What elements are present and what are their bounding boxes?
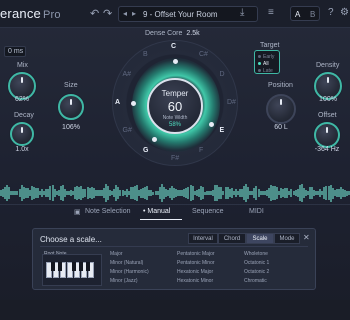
mode-tab-mode[interactable]: Mode <box>274 233 300 244</box>
scale-option[interactable]: Chromatic <box>244 278 267 284</box>
note-d-sharp[interactable]: D# <box>227 99 236 106</box>
target-option-early[interactable]: Early <box>258 54 274 60</box>
menu-icon[interactable]: ≡ <box>268 7 274 18</box>
black-key[interactable] <box>79 262 83 271</box>
offset-value: -364 Hz <box>314 146 340 153</box>
mix-label: Mix <box>17 62 28 69</box>
tab-note-selection[interactable]: Note Selection <box>85 208 131 215</box>
preset-prev-icon[interactable]: ◂ <box>123 9 127 18</box>
note-g-sharp[interactable]: G# <box>123 127 132 134</box>
scale-option[interactable]: Hexatonic Major <box>177 269 213 275</box>
note-handle[interactable] <box>172 58 178 64</box>
scale-option[interactable]: Wholetone <box>244 251 268 257</box>
decay-value: 1.0x <box>15 146 29 153</box>
ab-compare[interactable]: A B <box>290 6 320 21</box>
preset-selector[interactable]: ◂ ▸ 9 - Offset Your Room <box>118 6 258 22</box>
position-knob[interactable] <box>266 94 296 124</box>
scale-option[interactable]: Hexatonic Minor <box>177 278 213 284</box>
settings-icon[interactable]: ⚙ <box>340 7 349 18</box>
close-icon[interactable]: ✕ <box>303 233 310 242</box>
note-c-sharp[interactable]: C# <box>199 51 208 58</box>
preset-name: 9 - Offset Your Room <box>143 10 218 19</box>
help-icon[interactable]: ? <box>328 7 334 18</box>
tab-bar: ▣ Note Selection • Manual Sequence MIDI <box>0 204 350 220</box>
scale-option[interactable]: Octatonic 2 <box>244 269 269 275</box>
mode-tab-scale[interactable]: Scale <box>246 233 274 244</box>
mode-tab-interval[interactable]: Interval <box>188 233 218 244</box>
density-label: Density <box>316 62 340 69</box>
note-b[interactable]: B <box>143 51 148 58</box>
note-c[interactable]: C <box>171 43 176 50</box>
note-g[interactable]: G <box>143 147 148 154</box>
scale-option[interactable]: Minor (Jazz) <box>110 278 138 284</box>
active-tab-indicator <box>140 219 182 220</box>
note-handle[interactable] <box>151 136 157 142</box>
size-label: Size <box>64 82 78 89</box>
position-label: Position <box>268 82 293 89</box>
panel-divider <box>40 246 308 247</box>
predelay-field[interactable]: 0 ms <box>4 46 26 57</box>
preset-next-icon[interactable]: ▸ <box>132 9 136 18</box>
offset-knob[interactable] <box>314 122 340 148</box>
note-handle[interactable] <box>130 100 136 106</box>
note-a[interactable]: A <box>115 99 120 106</box>
black-key[interactable] <box>72 262 76 271</box>
target-selector[interactable]: Early All Late <box>254 50 280 74</box>
mix-value: 62% <box>14 96 29 103</box>
scale-option[interactable]: Major <box>110 251 123 257</box>
note-e[interactable]: E <box>219 127 224 134</box>
mode-tab-chord[interactable]: Chord <box>218 233 246 244</box>
decay-knob[interactable] <box>10 122 34 146</box>
size-knob[interactable] <box>58 94 84 120</box>
plugin-window: erance Pro ↶ ↷ ◂ ▸ 9 - Offset Your Room ⤓… <box>0 0 350 320</box>
top-bar: erance Pro ↶ ↷ ◂ ▸ 9 - Offset Your Room ⤓… <box>0 0 350 28</box>
tab-manual-label: Manual <box>147 208 171 215</box>
note-a-sharp[interactable]: A# <box>123 71 132 78</box>
target-option-all[interactable]: All <box>258 61 269 67</box>
offset-label: Offset <box>318 112 337 119</box>
target-label: Target <box>260 42 280 49</box>
a-button[interactable]: A <box>295 10 300 19</box>
scale-option[interactable]: Octatonic 1 <box>244 260 269 266</box>
logo-text: erance <box>0 6 41 21</box>
dense-core[interactable]: Dense Core 2.5k <box>145 30 200 37</box>
black-key[interactable] <box>51 262 55 271</box>
note-handle[interactable] <box>208 121 214 127</box>
redo-icon[interactable]: ↷ <box>103 7 112 20</box>
black-key[interactable] <box>58 262 62 271</box>
note-width-label: Note Width <box>162 115 188 121</box>
tab-midi[interactable]: MIDI <box>249 208 264 215</box>
logo: erance Pro <box>0 6 61 21</box>
size-value: 106% <box>62 124 80 131</box>
temper-title: Temper <box>161 89 189 98</box>
note-width-value: 58% <box>168 122 181 128</box>
scale-option[interactable]: Minor (Natural) <box>110 260 143 266</box>
undo-icon[interactable]: ↶ <box>90 7 99 20</box>
scale-option[interactable]: Pentatonic Major <box>177 251 215 257</box>
note-d[interactable]: D <box>219 71 224 78</box>
b-button[interactable]: B <box>310 10 315 19</box>
tab-note-selection-icon[interactable]: ▣ <box>74 208 81 216</box>
tab-sequence[interactable]: Sequence <box>192 208 224 215</box>
temper-value: 60 <box>167 99 183 114</box>
density-value: 100% <box>319 96 337 103</box>
scale-panel-title: Choose a scale... <box>40 235 102 244</box>
decay-label: Decay <box>14 112 34 119</box>
tab-manual[interactable]: • Manual <box>143 208 170 215</box>
position-value: 60 L <box>274 124 288 131</box>
target-option-late[interactable]: Late <box>258 68 273 74</box>
logo-suffix: Pro <box>42 9 61 21</box>
waveform <box>0 182 350 204</box>
scale-option[interactable]: Minor (Harmonic) <box>110 269 149 275</box>
scale-option[interactable]: Pentatonic Minor <box>177 260 215 266</box>
dense-value[interactable]: 2.5k <box>186 30 199 37</box>
note-f-sharp[interactable]: F# <box>171 155 179 162</box>
black-key[interactable] <box>86 262 90 271</box>
dense-label: Dense Core <box>145 30 183 37</box>
save-preset-icon[interactable]: ⤓ <box>240 7 244 18</box>
footer <box>0 300 350 320</box>
note-f[interactable]: F <box>199 147 203 154</box>
